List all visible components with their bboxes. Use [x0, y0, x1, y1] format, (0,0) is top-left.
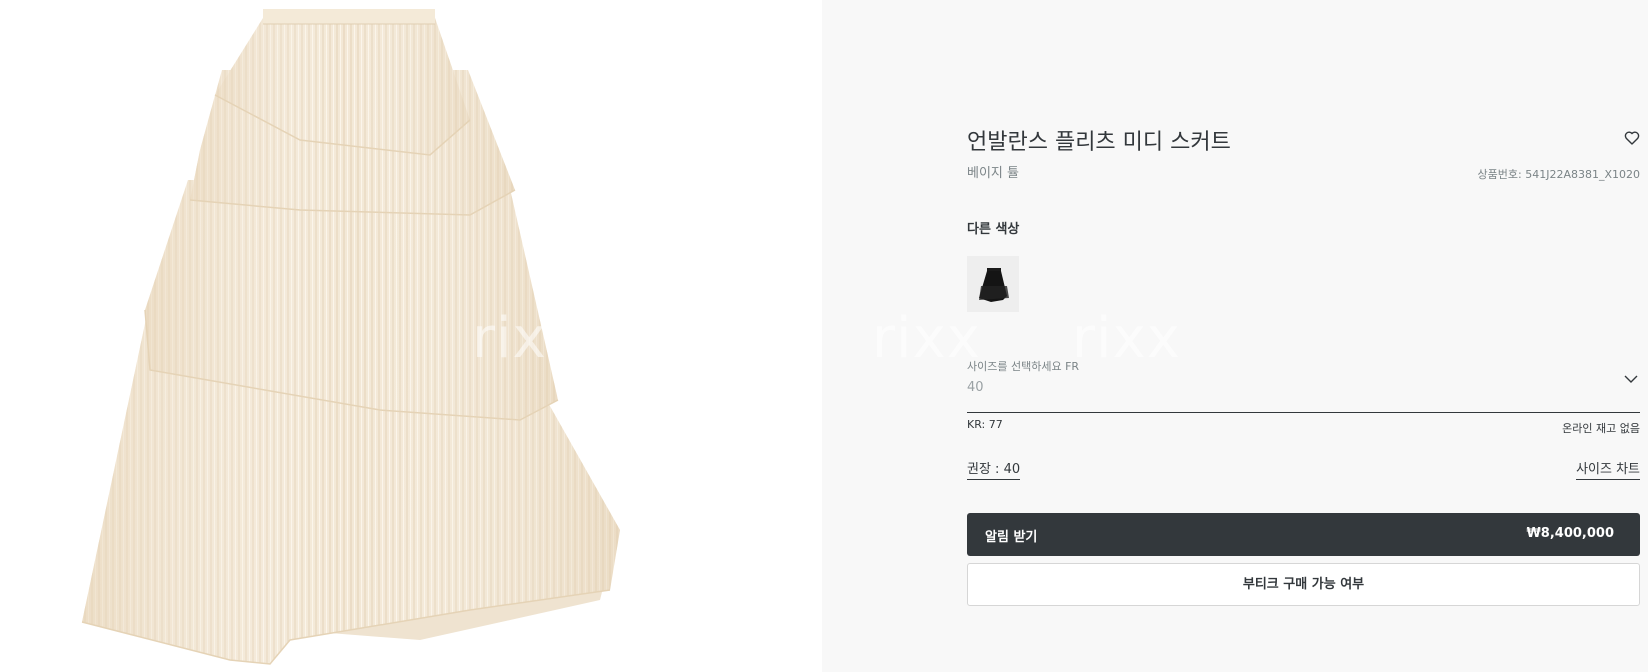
product-title: 언발란스 플리츠 미디 스커트 [967, 130, 1231, 155]
heart-icon[interactable] [1624, 130, 1640, 146]
size-select[interactable]: 사이즈를 선택하세요 FR 40 [967, 356, 1640, 413]
size-select-label: 사이즈를 선택하세요 FR [967, 360, 1080, 373]
product-color-name: 베이지 튤 [967, 166, 1019, 181]
watermark-text: rixx [872, 306, 981, 371]
pleated-tulle-skirt-image [81, 9, 620, 665]
notify-me-button[interactable]: 알림 받기 ₩8,400,000 [967, 513, 1640, 556]
size-select-value: 40 [967, 380, 984, 395]
black-skirt-thumbnail [967, 256, 1019, 312]
product-price: ₩8,400,000 [1526, 526, 1614, 541]
recommended-size-link[interactable]: 권장 : 40 [967, 458, 1021, 480]
chevron-down-icon [1624, 375, 1638, 383]
product-image [0, 0, 822, 672]
product-reference: 상품번호: 541J22A8381_X1020 [1477, 168, 1640, 181]
notify-me-label: 알림 받기 [985, 530, 1038, 545]
color-swatch-black[interactable] [967, 256, 1019, 312]
kr-size-conversion: KR: 77 [967, 418, 1003, 431]
stock-status: 온라인 재고 없음 [1562, 422, 1640, 435]
other-colors-label: 다른 색상 [967, 222, 1020, 237]
size-chart-link[interactable]: 사이즈 차트 [1576, 458, 1640, 480]
boutique-availability-button[interactable]: 부티크 구매 가능 여부 [967, 563, 1640, 606]
product-info-panel: 언발란스 플리츠 미디 스커트 베이지 튤 상품번호: 541J22A8381_… [967, 0, 1640, 672]
